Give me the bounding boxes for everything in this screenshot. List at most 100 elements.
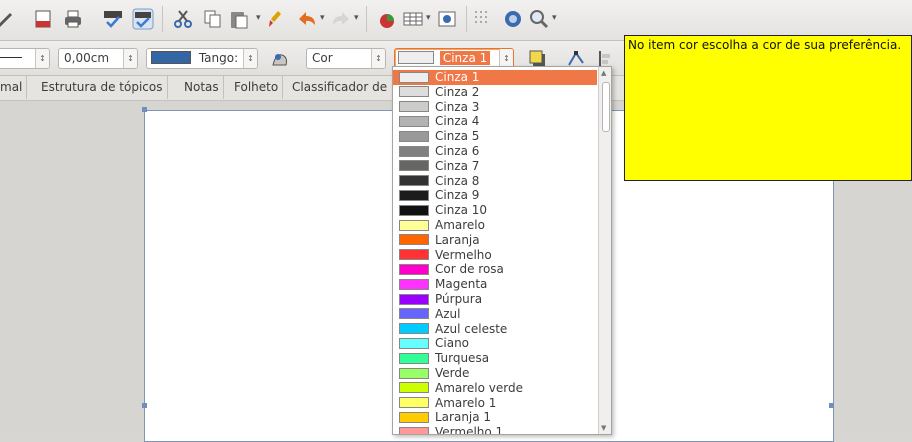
color-option[interactable]: Vermelho bbox=[393, 248, 597, 263]
color-option[interactable]: Azul bbox=[393, 307, 597, 322]
tab-notes[interactable]: Notas bbox=[180, 76, 224, 99]
color-option-label: Cinza 4 bbox=[435, 114, 480, 129]
fill-color-dropdown-list[interactable]: Cinza 1 Cinza 2 Cinza 3 Cinza 4 Cinza 5 Cinza… bbox=[392, 66, 612, 435]
fill-style-combo[interactable]: Cor ↕ bbox=[306, 48, 386, 69]
color-option-label: Ciano bbox=[435, 336, 470, 351]
export-pdf-icon[interactable] bbox=[32, 8, 54, 30]
color-option[interactable]: Turquesa bbox=[393, 351, 597, 366]
tab-outline[interactable]: Estrutura de tópicos bbox=[37, 76, 168, 99]
autospellcheck-icon[interactable] bbox=[132, 8, 154, 30]
line-style-swatch bbox=[0, 57, 22, 58]
color-option[interactable]: Púrpura bbox=[393, 292, 597, 307]
color-swatch bbox=[399, 278, 429, 290]
color-option[interactable]: Cinza 7 bbox=[393, 159, 597, 174]
image-icon[interactable] bbox=[436, 8, 458, 30]
zoom-icon[interactable] bbox=[528, 8, 550, 30]
cut-icon[interactable] bbox=[172, 8, 194, 30]
color-option-label: Cinza 1 bbox=[435, 70, 480, 84]
color-option-label: Magenta bbox=[435, 277, 488, 292]
zoom-dropdown-icon[interactable]: ▾ bbox=[552, 13, 557, 23]
color-option[interactable]: Cinza 5 bbox=[393, 129, 597, 144]
color-option[interactable]: Cinza 10 bbox=[393, 203, 597, 218]
selection-handle[interactable] bbox=[142, 107, 147, 112]
color-option[interactable]: Amarelo verde bbox=[393, 381, 597, 396]
toolbar-separator bbox=[466, 6, 467, 32]
table-icon[interactable] bbox=[402, 8, 424, 30]
spellcheck-icon[interactable] bbox=[102, 8, 124, 30]
color-swatch bbox=[399, 175, 429, 187]
copy-icon[interactable] bbox=[202, 8, 224, 30]
redo-dropdown-icon[interactable]: ▾ bbox=[354, 13, 359, 23]
scroll-down-icon[interactable]: ▼ bbox=[601, 424, 606, 432]
chart-icon[interactable] bbox=[376, 8, 398, 30]
clone-formatting-icon[interactable] bbox=[266, 8, 288, 30]
color-option[interactable]: Ciano bbox=[393, 336, 597, 351]
line-color-combo[interactable]: Tango: ↕ bbox=[146, 48, 258, 69]
line-color-spin-icon[interactable]: ↕ bbox=[243, 49, 257, 68]
print-icon[interactable] bbox=[62, 8, 84, 30]
color-option[interactable]: Cinza 1 bbox=[393, 70, 597, 85]
color-option[interactable]: Amarelo 1 bbox=[393, 396, 597, 411]
fill-color-swatch bbox=[398, 50, 434, 64]
color-option[interactable]: Cinza 2 bbox=[393, 85, 597, 100]
color-option[interactable]: Cinza 6 bbox=[393, 144, 597, 159]
instruction-note-text: No item cor escolha a cor de sua preferê… bbox=[628, 38, 902, 52]
color-option-label: Cinza 3 bbox=[435, 99, 480, 114]
toolbar-separator bbox=[162, 6, 163, 32]
navigator-icon[interactable] bbox=[502, 8, 524, 30]
fill-color-value: Cinza 1 bbox=[439, 51, 491, 65]
line-color-swatch bbox=[151, 50, 191, 64]
color-option[interactable]: Cinza 4 bbox=[393, 114, 597, 129]
fill-style-spin-icon[interactable]: ↕ bbox=[371, 49, 385, 68]
color-swatch bbox=[399, 145, 429, 157]
color-option[interactable]: Laranja 1 bbox=[393, 410, 597, 425]
color-swatch bbox=[399, 115, 429, 127]
color-option[interactable]: Laranja bbox=[393, 233, 597, 248]
color-swatch bbox=[399, 71, 429, 83]
color-swatch bbox=[399, 352, 429, 364]
tab-slide-sorter[interactable]: Classificador de bbox=[288, 76, 397, 99]
color-option-label: Cinza 5 bbox=[435, 129, 480, 144]
line-width-spin-icon[interactable]: ↕ bbox=[123, 49, 137, 68]
color-option-label: Púrpura bbox=[435, 292, 483, 306]
color-swatch bbox=[399, 234, 429, 246]
selection-handle[interactable] bbox=[142, 403, 147, 408]
selection-handle[interactable] bbox=[829, 403, 834, 408]
dropdown-scrollbar[interactable]: ▲ ▼ bbox=[598, 67, 611, 434]
color-option[interactable]: Cinza 3 bbox=[393, 100, 597, 115]
toolbar-separator bbox=[366, 6, 367, 32]
line-style-spin-icon[interactable]: ↕ bbox=[35, 49, 49, 68]
color-option[interactable]: Cinza 9 bbox=[393, 188, 597, 203]
color-option[interactable]: Vermelho 1 bbox=[393, 425, 597, 434]
grid-icon[interactable] bbox=[472, 8, 494, 30]
color-swatch bbox=[399, 337, 429, 349]
color-option[interactable]: Cinza 8 bbox=[393, 174, 597, 189]
paste-dropdown-icon[interactable]: ▾ bbox=[256, 13, 261, 23]
paste-icon[interactable] bbox=[228, 8, 250, 30]
color-option[interactable]: Magenta bbox=[393, 277, 597, 292]
table-dropdown-icon[interactable]: ▾ bbox=[426, 13, 431, 23]
scrollbar-thumb[interactable] bbox=[602, 82, 610, 132]
redo-icon[interactable] bbox=[330, 8, 352, 30]
color-option-label: Amarelo verde bbox=[435, 380, 524, 395]
line-width-field[interactable]: 0,00cm ↕ bbox=[58, 48, 138, 69]
color-option[interactable]: Verde bbox=[393, 366, 597, 381]
color-option-label: Amarelo bbox=[435, 218, 485, 232]
color-swatch bbox=[399, 293, 429, 305]
color-option[interactable]: Azul celeste bbox=[393, 322, 597, 337]
scroll-up-icon[interactable]: ▲ bbox=[601, 69, 606, 77]
undo-dropdown-icon[interactable]: ▾ bbox=[320, 13, 325, 23]
color-swatch bbox=[399, 382, 429, 394]
line-style-combo[interactable]: ↕ bbox=[0, 48, 50, 69]
color-swatch bbox=[399, 249, 429, 261]
color-option-label: Azul celeste bbox=[435, 321, 508, 336]
undo-icon[interactable] bbox=[296, 8, 318, 30]
tab-normal[interactable]: mal bbox=[0, 76, 28, 99]
color-swatch bbox=[399, 308, 429, 320]
color-option[interactable]: Cor de rosa bbox=[393, 262, 597, 277]
edit-pencil-icon[interactable] bbox=[0, 8, 16, 30]
area-style-icon[interactable] bbox=[270, 49, 290, 69]
color-swatch bbox=[399, 426, 429, 434]
tab-handout[interactable]: Folheto bbox=[230, 76, 284, 99]
color-option[interactable]: Amarelo bbox=[393, 218, 597, 233]
